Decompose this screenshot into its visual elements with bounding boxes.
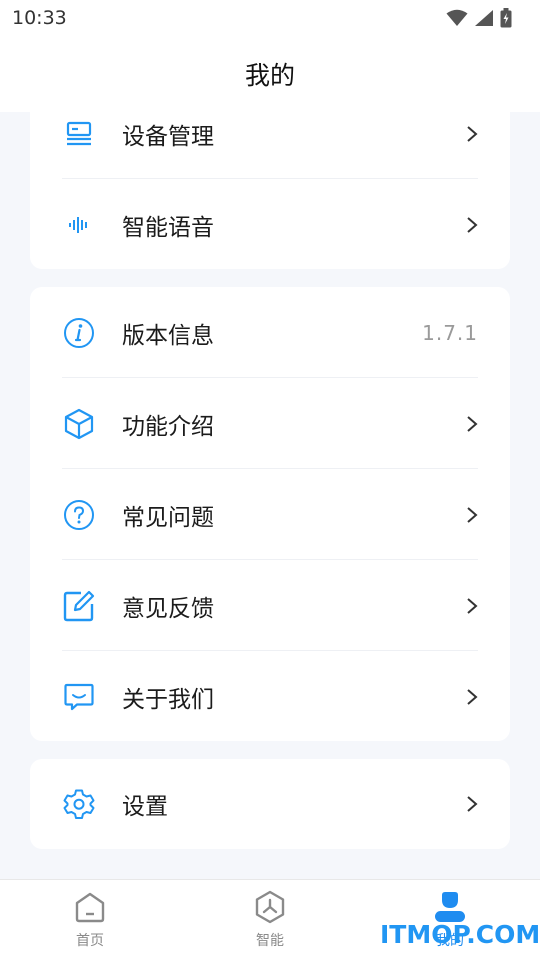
- menu-item-label: 功能介绍: [122, 413, 214, 440]
- chevron-right-icon: [467, 415, 478, 432]
- system-icons: [446, 8, 512, 28]
- device-card: 设备管理 智能语音: [30, 88, 510, 269]
- menu-item-label: 智能语音: [122, 214, 214, 241]
- menu-item-feedback[interactable]: 意见反馈: [30, 560, 510, 651]
- smart-hex-icon: [253, 890, 287, 924]
- menu-item-label: 常见问题: [122, 504, 214, 531]
- edit-icon: [62, 589, 96, 623]
- menu-item-about-us[interactable]: 关于我们: [30, 651, 510, 741]
- chevron-right-icon: [467, 688, 478, 705]
- status-time: 10:33: [12, 7, 67, 29]
- menu-item-label: 设备管理: [122, 123, 214, 150]
- version-value: 1.7.1: [422, 320, 478, 345]
- tab-smart[interactable]: 智能: [180, 880, 360, 960]
- cube-icon: [62, 407, 96, 441]
- menu-item-label: 关于我们: [122, 686, 214, 713]
- voice-wave-icon: [62, 208, 96, 242]
- menu-item-label: 版本信息: [122, 322, 214, 349]
- info-icon: [62, 316, 96, 350]
- menu-item-feature-intro[interactable]: 功能介绍: [30, 378, 510, 469]
- chevron-right-icon: [467, 796, 478, 812]
- chevron-right-icon: [467, 216, 478, 233]
- settings-card: 设置: [30, 759, 510, 849]
- menu-item-settings[interactable]: 设置: [30, 759, 510, 849]
- tab-label: 首页: [76, 933, 104, 949]
- menu-item-version-info[interactable]: 版本信息 1.7.1: [30, 287, 510, 378]
- menu-item-smart-voice[interactable]: 智能语音: [30, 179, 510, 269]
- home-icon: [73, 890, 107, 924]
- status-bar: 10:33: [0, 0, 540, 36]
- question-icon: [62, 498, 96, 532]
- gear-icon: [62, 787, 96, 821]
- tab-label: 智能: [256, 933, 284, 949]
- chevron-right-icon: [467, 597, 478, 614]
- menu-item-label: 设置: [122, 794, 168, 820]
- tab-home[interactable]: 首页: [0, 880, 180, 960]
- menu-item-label: 意见反馈: [122, 595, 214, 622]
- device-icon: [62, 117, 96, 151]
- menu-item-faq[interactable]: 常见问题: [30, 469, 510, 560]
- cell-signal-icon: [475, 10, 493, 26]
- wifi-icon: [446, 9, 468, 26]
- chevron-right-icon: [467, 506, 478, 523]
- chevron-right-icon: [467, 125, 478, 142]
- battery-icon: [500, 8, 512, 28]
- menu-item-device-management[interactable]: 设备管理: [30, 88, 510, 179]
- info-card: 版本信息 1.7.1 功能介绍 常见问题 意见反馈 关于我们: [30, 287, 510, 741]
- page-title: 我的: [244, 61, 295, 90]
- watermark-text: ITMOP.COM: [380, 920, 540, 949]
- message-icon: [62, 680, 96, 714]
- user-icon: [433, 890, 467, 924]
